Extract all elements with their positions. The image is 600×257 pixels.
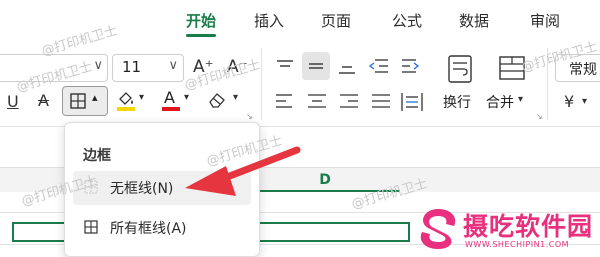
align-center-icon[interactable] [304,90,330,114]
strikethrough-button[interactable]: A [38,91,49,110]
tab-home[interactable]: 开始 [186,10,216,31]
logo-mark-icon [420,209,456,249]
font-dialog-launcher-icon[interactable]: ↘ [246,112,253,121]
font-size-value: 11 [122,58,142,76]
underline-button[interactable]: U [7,92,19,111]
wrap-text-icon [448,55,472,83]
merge-cells-label: 合并 [486,95,514,111]
align-left-icon[interactable] [272,90,298,114]
logo-title: 摄吃软件园 [463,212,594,241]
site-logo: 摄吃软件园 WWW.SHECHIPIN1.COM [416,200,600,255]
decrease-indent-icon[interactable] [366,54,392,80]
increase-indent-icon[interactable] [398,54,424,80]
align-middle-button[interactable] [302,52,330,80]
chevron-down-icon: ▾ [518,94,524,105]
border-button[interactable]: ▴ [62,86,108,116]
currency-button[interactable]: ¥ [564,92,574,111]
chevron-down-icon: ▾ [233,92,239,103]
clear-format-button[interactable]: ▾ [207,90,243,112]
chevron-down-icon: ▾ [582,96,588,107]
align-middle-icon [309,63,323,69]
font-color-letter: A [164,88,175,107]
tab-page[interactable]: 页面 [321,10,351,31]
tab-insert[interactable]: 插入 [254,10,284,31]
align-bottom-icon[interactable] [334,54,360,80]
tab-review[interactable]: 审阅 [530,10,560,31]
menu-item-no-border[interactable]: 无框线(N) [73,171,251,205]
eraser-icon [209,93,225,108]
wrap-text-label: 换行 [443,95,471,111]
font-color-swatch [162,107,180,111]
number-format-value: 常规 [569,62,597,78]
logo-subtitle: WWW.SHECHIPIN1.COM [465,240,570,249]
border-menu-title: 边框 [83,148,111,164]
fill-color-button[interactable]: ▾ [117,90,149,112]
chevron-up-icon: ▴ [92,91,98,104]
font-size-select[interactable]: 11 ∨ [112,54,184,82]
ribbon-toolbar: ∨ 11 ∨ A⁺ A⁻ U A ▴ ▾ A ▾ ▾ ↘ 换行 合并 ▾ ↘ 常… [0,40,600,127]
all-borders-icon [84,220,98,234]
tab-data[interactable]: 数据 [459,10,489,31]
justify-icon[interactable] [368,90,394,114]
fill-color-swatch [117,107,135,111]
chevron-down-icon: ∨ [93,58,103,73]
menu-item-label: 所有框线(A) [110,221,187,237]
distributed-align-icon[interactable] [399,90,425,114]
wrap-text-button[interactable]: 换行 [440,52,480,118]
chevron-down-icon: ▾ [139,92,145,103]
align-dialog-launcher-icon[interactable]: ↘ [536,112,543,121]
chevron-down-icon: ▾ [184,92,190,103]
paint-bucket-icon [119,92,133,105]
align-top-icon[interactable] [272,54,298,80]
tab-formula[interactable]: 公式 [392,10,422,31]
column-header-d[interactable]: D [290,172,360,188]
align-right-icon[interactable] [336,90,362,114]
menu-item-label: 无框线(N) [110,181,174,197]
menu-item-all-borders[interactable]: 所有框线(A) [73,211,251,245]
active-tab-indicator [186,34,216,37]
separator [261,48,262,120]
chevron-down-icon: ∨ [168,58,178,73]
border-grid-icon [70,93,86,109]
